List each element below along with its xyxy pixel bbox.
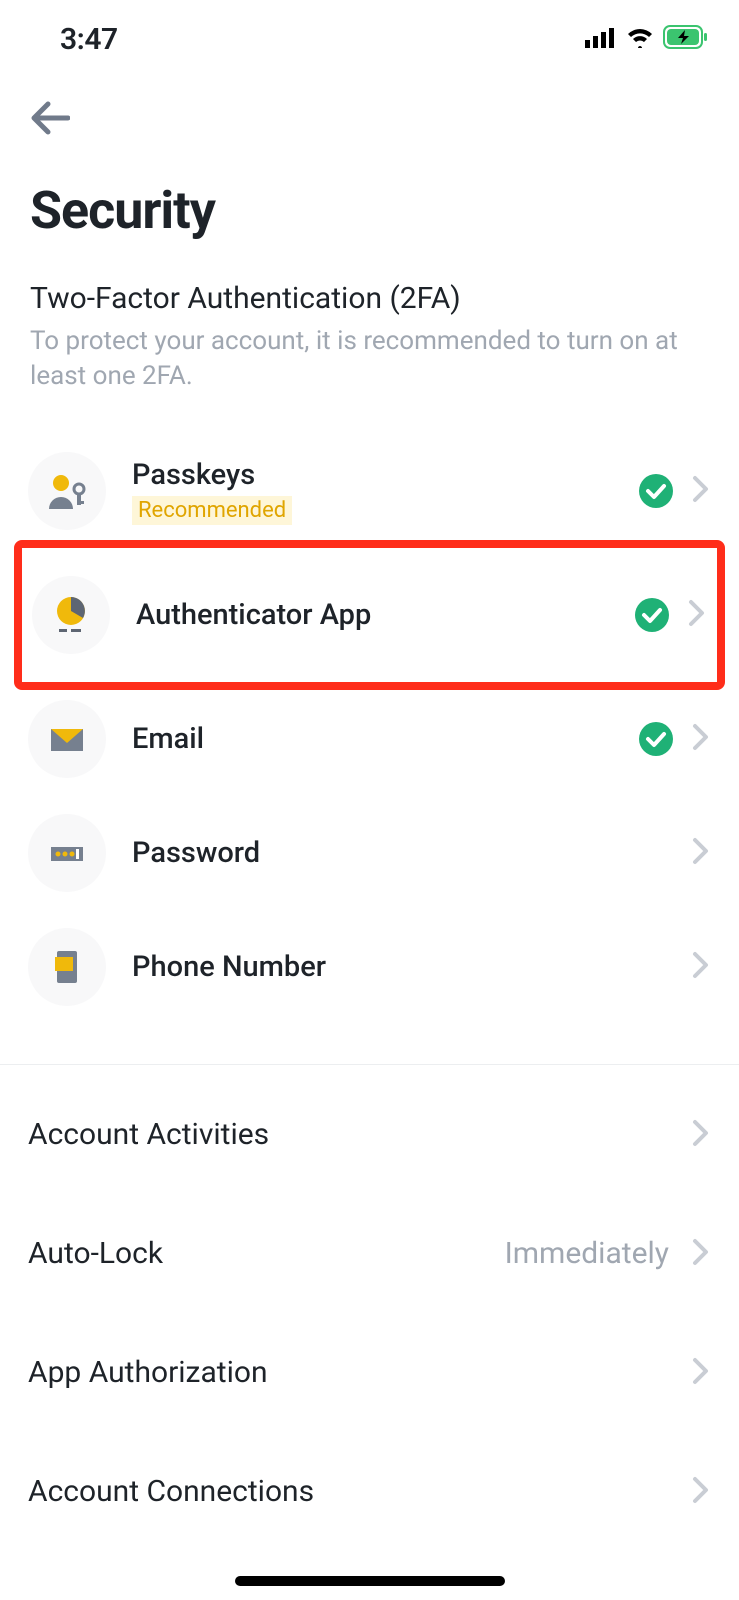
settings-item-account-activities[interactable]: Account Activities (0, 1075, 739, 1194)
chevron-right-icon (691, 1475, 711, 1509)
two-fa-item-label: Authenticator App (136, 598, 635, 632)
phone-icon (28, 928, 106, 1006)
two-fa-item-passkeys[interactable]: Passkeys Recommended (14, 434, 725, 548)
cellular-icon (585, 26, 617, 52)
back-arrow-icon (30, 100, 70, 136)
wifi-icon (625, 26, 655, 52)
chevron-right-icon (687, 598, 707, 632)
status-bar: 3:47 (0, 0, 739, 70)
two-fa-item-email[interactable]: Email (14, 682, 725, 796)
two-fa-item-label: Password (132, 836, 691, 870)
two-fa-item-phone[interactable]: Phone Number (14, 910, 725, 1024)
two-fa-item-label: Phone Number (132, 950, 691, 984)
two-fa-item-password[interactable]: Password (14, 796, 725, 910)
status-time: 3:47 (60, 22, 118, 57)
chevron-right-icon (691, 1118, 711, 1152)
settings-item-account-connections[interactable]: Account Connections (0, 1432, 739, 1551)
chevron-right-icon (691, 1356, 711, 1390)
settings-item-label: Account Connections (28, 1474, 691, 1509)
settings-list: Account Activities Auto-Lock Immediately… (0, 1065, 739, 1561)
settings-item-value: Immediately (505, 1236, 669, 1271)
chevron-right-icon (691, 722, 711, 756)
two-fa-item-label: Passkeys (132, 458, 639, 492)
password-icon (28, 814, 106, 892)
two-fa-section-desc: To protect your account, it is recommend… (30, 324, 709, 394)
check-icon (639, 474, 673, 508)
settings-item-label: App Authorization (28, 1355, 691, 1390)
home-indicator[interactable] (235, 1576, 505, 1586)
settings-item-auto-lock[interactable]: Auto-Lock Immediately (0, 1194, 739, 1313)
email-icon (28, 700, 106, 778)
settings-item-label: Account Activities (28, 1117, 691, 1152)
page-title: Security (0, 150, 739, 251)
two-fa-section-title: Two-Factor Authentication (2FA) (30, 281, 709, 316)
settings-item-label: Auto-Lock (28, 1236, 505, 1271)
authenticator-icon (32, 576, 110, 654)
two-fa-item-label: Email (132, 722, 639, 756)
back-button[interactable] (30, 100, 70, 136)
two-fa-item-authenticator[interactable]: Authenticator App (14, 540, 725, 690)
chevron-right-icon (691, 950, 711, 984)
status-indicators (585, 25, 709, 53)
check-icon (635, 598, 669, 632)
chevron-right-icon (691, 1237, 711, 1271)
two-fa-section: Two-Factor Authentication (2FA) To prote… (0, 251, 739, 394)
two-fa-list: Passkeys Recommended Authenticator App (0, 394, 739, 1044)
chevron-right-icon (691, 474, 711, 508)
check-icon (639, 722, 673, 756)
chevron-right-icon (691, 836, 711, 870)
passkey-icon (28, 452, 106, 530)
recommended-badge: Recommended (132, 496, 292, 525)
battery-charging-icon (663, 25, 709, 53)
settings-item-app-authorization[interactable]: App Authorization (0, 1313, 739, 1432)
